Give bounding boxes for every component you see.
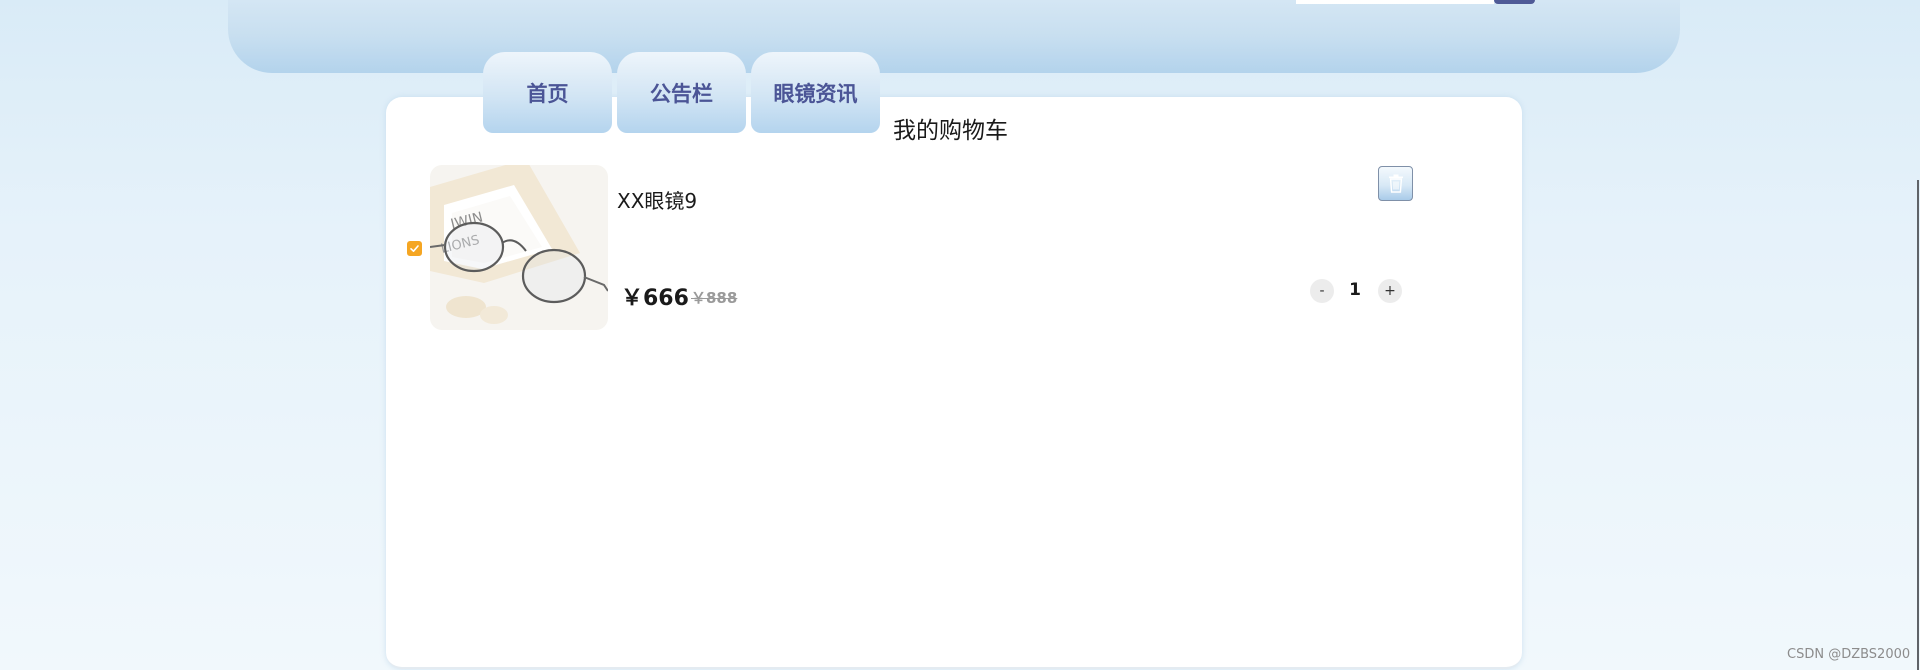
- original-price: ￥888: [691, 289, 738, 307]
- checkmark-icon: [410, 245, 419, 252]
- current-price: ￥666: [621, 286, 689, 311]
- nav-tab-glasses-news[interactable]: 眼镜资讯: [751, 52, 880, 133]
- quantity-value: 1: [1349, 280, 1361, 300]
- product-name[interactable]: XX眼镜9: [617, 185, 697, 214]
- main-nav: 首页 公告栏 眼镜资讯: [483, 52, 880, 133]
- page-title: 我的购物车: [893, 118, 1008, 144]
- search-input[interactable]: [1296, 0, 1494, 4]
- glasses-photo-icon: JWIN LIONS: [430, 165, 608, 330]
- quantity-increase-button[interactable]: +: [1378, 279, 1402, 303]
- quantity-decrease-button[interactable]: -: [1310, 279, 1334, 303]
- header-banner: [228, 0, 1680, 73]
- product-image[interactable]: JWIN LIONS: [430, 165, 608, 330]
- watermark: CSDN @DZBS2000: [1787, 647, 1911, 662]
- scrollbar[interactable]: [1917, 180, 1919, 670]
- nav-tab-announcements[interactable]: 公告栏: [617, 52, 746, 133]
- item-select-checkbox[interactable]: [407, 241, 422, 256]
- delete-item-button[interactable]: [1378, 166, 1413, 201]
- trash-icon: [1388, 174, 1403, 193]
- search-button[interactable]: [1494, 0, 1535, 4]
- nav-tab-home[interactable]: 首页: [483, 52, 612, 133]
